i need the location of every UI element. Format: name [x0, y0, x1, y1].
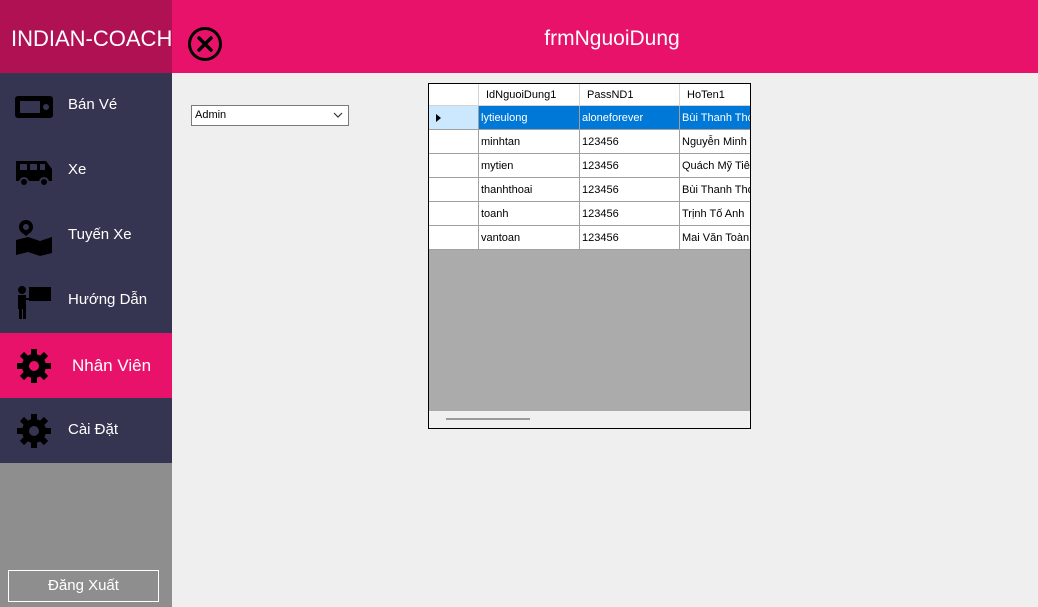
header-bar: frmNguoiDung — [172, 0, 1038, 73]
table-cell[interactable]: lytieulong — [479, 106, 580, 130]
sidebar-item-tuyen-xe[interactable]: Tuyến Xe — [0, 203, 172, 268]
role-select[interactable]: Admin — [191, 105, 349, 126]
users-grid[interactable]: IdNguoiDung1 PassND1 HoTen1 lytieulong a… — [428, 83, 751, 429]
table-cell[interactable]: thanhthoai — [479, 178, 580, 202]
sidebar-item-ban-ve[interactable]: Bán Vé — [0, 73, 172, 138]
chevron-down-icon — [333, 110, 343, 120]
sidebar-item-label: Cài Đặt — [68, 421, 119, 438]
sidebar-item-cai-dat[interactable]: Cài Đặt — [0, 398, 172, 463]
table-row[interactable]: thanhthoai 123456 Bùi Thanh Thoại — [429, 178, 750, 202]
gear-icon — [14, 411, 54, 451]
table-cell[interactable]: 123456 — [580, 226, 680, 250]
column-header[interactable]: IdNguoiDung1 — [479, 84, 580, 106]
sidebar-item-label: Hướng Dẫn — [68, 291, 148, 308]
table-cell[interactable]: 123456 — [580, 202, 680, 226]
table-cell[interactable]: Quách Mỹ Tiên — [680, 154, 750, 178]
sidebar-item-label: Tuyến Xe — [68, 226, 132, 243]
column-header[interactable]: HoTen1 — [680, 84, 750, 106]
sidebar: INDIAN-COACH Bán Vé Xe Tuyến Xe Hướng Dẫ… — [0, 0, 172, 607]
presenter-icon — [14, 281, 54, 321]
table-cell[interactable]: Bùi Thanh Thọ — [680, 106, 750, 130]
logout-button[interactable]: Đăng Xuất — [8, 570, 159, 602]
table-cell[interactable]: Mai Văn Toàn — [680, 226, 750, 250]
table-row[interactable]: minhtan 123456 Nguyễn Minh Tân — [429, 130, 750, 154]
sidebar-item-huong-dan[interactable]: Hướng Dẫn — [0, 268, 172, 333]
table-cell[interactable]: minhtan — [479, 130, 580, 154]
sidebar-menu: Bán Vé Xe Tuyến Xe Hướng Dẫn Nhân Viên C… — [0, 73, 172, 463]
sidebar-item-label: Bán Vé — [68, 96, 118, 113]
current-row-icon — [436, 114, 441, 122]
grid-header: IdNguoiDung1 PassND1 HoTen1 — [429, 84, 750, 106]
ticket-icon — [14, 86, 54, 126]
table-cell[interactable]: Nguyễn Minh Tân — [680, 130, 750, 154]
row-header[interactable] — [429, 154, 479, 178]
table-cell[interactable]: aloneforever — [580, 106, 680, 130]
table-cell[interactable]: 123456 — [580, 154, 680, 178]
sidebar-item-xe[interactable]: Xe — [0, 138, 172, 203]
table-row[interactable]: mytien 123456 Quách Mỹ Tiên — [429, 154, 750, 178]
bus-icon — [14, 151, 54, 191]
table-row[interactable]: toanh 123456 Trịnh Tố Anh — [429, 202, 750, 226]
table-cell[interactable]: Bùi Thanh Thoại — [680, 178, 750, 202]
table-row[interactable]: lytieulong aloneforever Bùi Thanh Thọ — [429, 106, 750, 130]
sidebar-item-nhan-vien[interactable]: Nhân Viên — [0, 333, 172, 398]
table-cell[interactable]: mytien — [479, 154, 580, 178]
table-cell[interactable]: toanh — [479, 202, 580, 226]
column-header[interactable]: PassND1 — [580, 84, 680, 106]
gear-icon — [14, 346, 54, 386]
map-route-icon — [14, 216, 54, 256]
sidebar-item-label: Nhân Viên — [72, 356, 152, 375]
row-header[interactable] — [429, 178, 479, 202]
row-header[interactable] — [429, 130, 479, 154]
row-header[interactable] — [429, 202, 479, 226]
page-title: frmNguoiDung — [544, 27, 680, 50]
table-row[interactable]: vantoan 123456 Mai Văn Toàn — [429, 226, 750, 250]
table-cell[interactable]: Trịnh Tố Anh — [680, 202, 750, 226]
role-select-value: Admin — [195, 109, 227, 121]
horizontal-scrollbar[interactable] — [429, 411, 750, 428]
table-cell[interactable]: vantoan — [479, 226, 580, 250]
row-header[interactable] — [429, 106, 479, 130]
brand-title: INDIAN-COACH — [0, 0, 172, 73]
grid-corner — [429, 84, 479, 106]
table-cell[interactable]: 123456 — [580, 178, 680, 202]
row-header[interactable] — [429, 226, 479, 250]
table-cell[interactable]: 123456 — [580, 130, 680, 154]
sidebar-item-label: Xe — [68, 161, 87, 178]
scrollbar-thumb[interactable] — [446, 418, 530, 420]
